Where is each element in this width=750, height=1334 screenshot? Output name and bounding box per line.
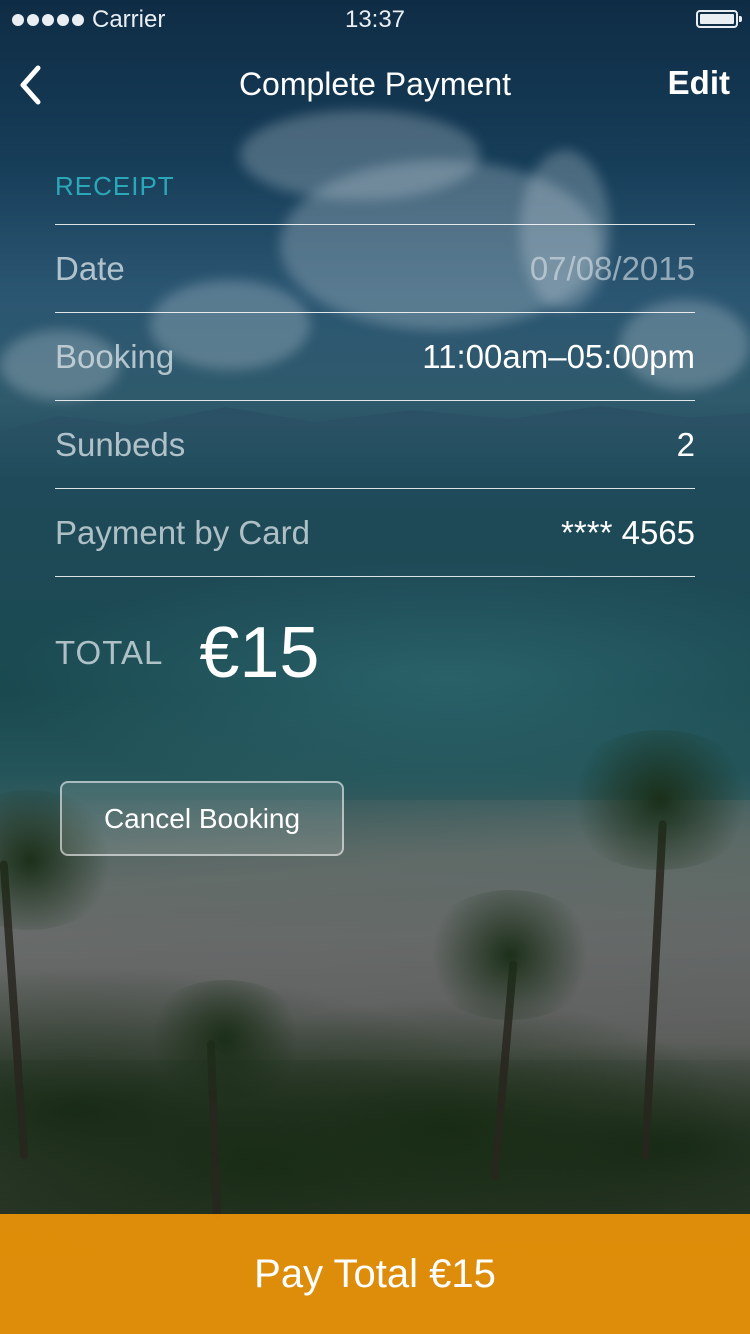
- receipt-section: RECEIPT Date 07/08/2015 Booking 11:00am–…: [55, 168, 695, 577]
- status-bar: Carrier 13:37: [0, 0, 750, 40]
- receipt-row-value: 11:00am–05:00pm: [422, 337, 695, 375]
- receipt-row-value: 2: [676, 425, 695, 463]
- page-title: Complete Payment: [238, 66, 512, 102]
- receipt-row-payment-card: Payment by Card **** 4565: [55, 488, 695, 577]
- receipt-heading: RECEIPT: [55, 171, 175, 201]
- total-label: TOTAL: [55, 634, 164, 671]
- receipt-row-booking: Booking 11:00am–05:00pm: [55, 312, 695, 400]
- receipt-row-label: Payment by Card: [55, 513, 310, 551]
- background-beach-photo: Carrier 13:37 Complete Payment Edit RECE…: [0, 0, 750, 1334]
- navigation-bar: Complete Payment Edit: [0, 50, 750, 120]
- receipt-row-label: Date: [55, 249, 125, 287]
- edit-button[interactable]: Edit: [668, 64, 730, 102]
- receipt-row-date: Date 07/08/2015: [55, 224, 695, 312]
- receipt-row-value: **** 4565: [561, 513, 695, 551]
- cancel-booking-button[interactable]: Cancel Booking: [60, 781, 344, 856]
- battery-icon: [696, 10, 742, 28]
- total-section: TOTAL €15: [55, 612, 319, 694]
- palm-tree-decoration: [140, 980, 310, 1100]
- status-time: 13:37: [344, 6, 406, 33]
- receipt-row-label: Sunbeds: [55, 425, 186, 463]
- total-amount: €15: [199, 613, 320, 693]
- receipt-row-label: Booking: [55, 337, 175, 375]
- receipt-row-value: 07/08/2015: [529, 249, 695, 287]
- pay-total-button[interactable]: Pay Total €15: [0, 1214, 750, 1334]
- palm-tree-decoration: [560, 730, 750, 870]
- palm-tree-decoration: [420, 890, 600, 1020]
- receipt-row-sunbeds: Sunbeds 2: [55, 400, 695, 488]
